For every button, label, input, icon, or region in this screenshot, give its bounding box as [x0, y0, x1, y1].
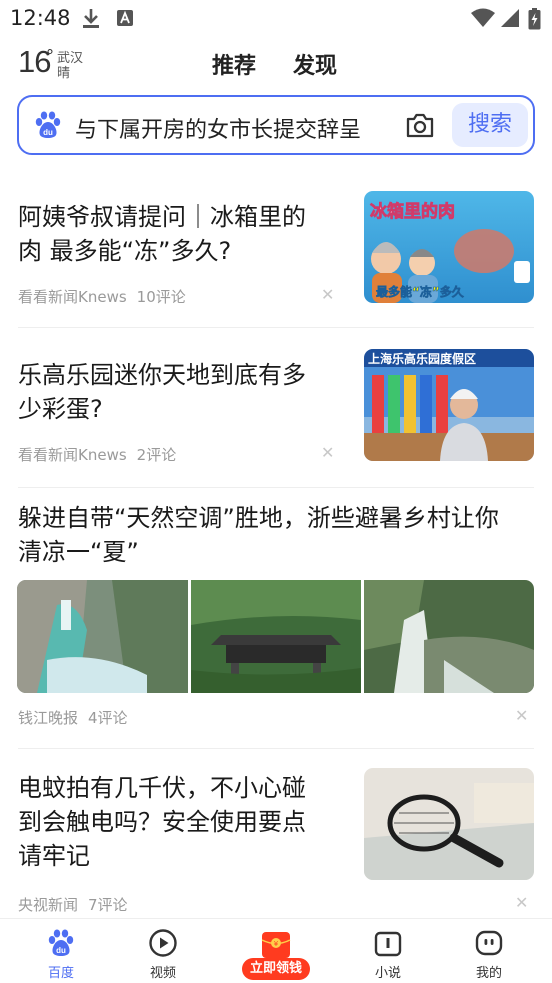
comment-count: 2评论: [136, 446, 177, 464]
divider: [18, 748, 534, 749]
wifi-icon: [470, 8, 496, 32]
article-meta: 钱江晚报 4评论: [18, 707, 128, 728]
tab-recommend[interactable]: 推荐: [212, 48, 256, 80]
battery-icon: [528, 8, 541, 34]
tab-video[interactable]: 视频: [123, 919, 203, 983]
dismiss-icon[interactable]: ✕: [515, 893, 528, 912]
tab-novel[interactable]: 小说: [348, 919, 428, 983]
comment-count: 10评论: [136, 288, 186, 306]
article-title[interactable]: 电蚊拍有几千伏，不小心碰 到会触电吗？安全使用要点 请牢记: [18, 771, 348, 873]
comment-count: 4评论: [88, 709, 128, 727]
article-source: 看看新闻Knews: [18, 446, 127, 464]
svg-text:du: du: [56, 946, 66, 955]
tab-label: 我的: [475, 966, 502, 981]
tab-label: 小说: [374, 966, 401, 981]
profile-icon: [474, 928, 504, 958]
divider: [18, 487, 534, 488]
weather-condition: 晴: [57, 66, 71, 81]
article-thumbnail[interactable]: [191, 580, 361, 693]
svg-text:¥: ¥: [274, 940, 279, 948]
article-thumbnail[interactable]: 冰箱里的肉 最多能“冻”多久: [364, 191, 534, 303]
degree-symbol: °: [46, 46, 54, 65]
article-source: 看看新闻Knews: [18, 288, 127, 306]
article-meta: 看看新闻Knews 2评论: [18, 444, 176, 465]
dismiss-icon[interactable]: ✕: [321, 285, 334, 304]
download-icon: [82, 8, 100, 34]
book-icon: [373, 928, 403, 958]
article-title[interactable]: 乐高乐园迷你天地到底有多 少彩蛋?: [18, 358, 348, 426]
thumbnail-banner-text: 冰箱里的肉: [370, 201, 455, 222]
thumbnail-banner-text: 上海乐高乐园度假区: [368, 351, 476, 366]
tab-label: 视频: [149, 966, 176, 981]
search-bar[interactable]: du 与下属开房的女市长提交辞呈 搜索: [17, 95, 535, 155]
divider: [18, 327, 534, 328]
article-thumbnail[interactable]: [364, 768, 534, 880]
thumbnail-caption-text: 最多能“冻”多久: [376, 284, 465, 299]
search-input[interactable]: 与下属开房的女市长提交辞呈: [75, 112, 361, 144]
play-icon: [148, 928, 178, 958]
comment-count: 7评论: [88, 896, 128, 914]
tab-discover[interactable]: 发现: [293, 48, 337, 80]
baidu-paw-icon: du: [46, 928, 76, 958]
claim-money-button[interactable]: 立即领钱: [242, 958, 310, 980]
article-title[interactable]: 躲进自带“天然空调”胜地，浙些避暑乡村让你 清凉一“夏”: [18, 501, 538, 569]
camera-icon[interactable]: [405, 111, 435, 139]
article-source: 央视新闻: [18, 896, 79, 914]
dismiss-icon[interactable]: ✕: [515, 706, 528, 725]
article-title[interactable]: 阿姨爷叔请提问｜冰箱里的 肉 最多能“冻”多久?: [18, 200, 348, 268]
status-time: 12:48: [10, 6, 71, 30]
article-source: 钱江晚报: [18, 709, 79, 727]
article-thumbnail[interactable]: 上海乐高乐园度假区: [364, 349, 534, 461]
red-envelope-icon: ¥: [261, 931, 291, 961]
search-button[interactable]: 搜索: [452, 103, 528, 147]
bottom-tab-bar: du 百度 视频 ¥ 立即领钱 小说 我的: [0, 918, 552, 983]
svg-text:du: du: [43, 128, 53, 137]
baidu-logo-icon: du: [33, 110, 63, 140]
tab-profile[interactable]: 我的: [449, 919, 529, 983]
tab-label: 百度: [47, 966, 74, 981]
status-bar: 12:48: [0, 0, 552, 38]
article-meta: 看看新闻Knews 10评论: [18, 286, 186, 307]
tab-home[interactable]: du 百度: [21, 919, 101, 983]
app-notification-icon: [116, 8, 134, 32]
signal-icon: [500, 8, 520, 32]
dismiss-icon[interactable]: ✕: [321, 443, 334, 462]
top-header: 16 ° 武汉 晴 推荐 发现: [0, 38, 552, 90]
article-thumbnail[interactable]: [17, 580, 188, 693]
article-thumbnail[interactable]: [364, 580, 534, 693]
article-meta: 央视新闻 7评论: [18, 894, 128, 915]
